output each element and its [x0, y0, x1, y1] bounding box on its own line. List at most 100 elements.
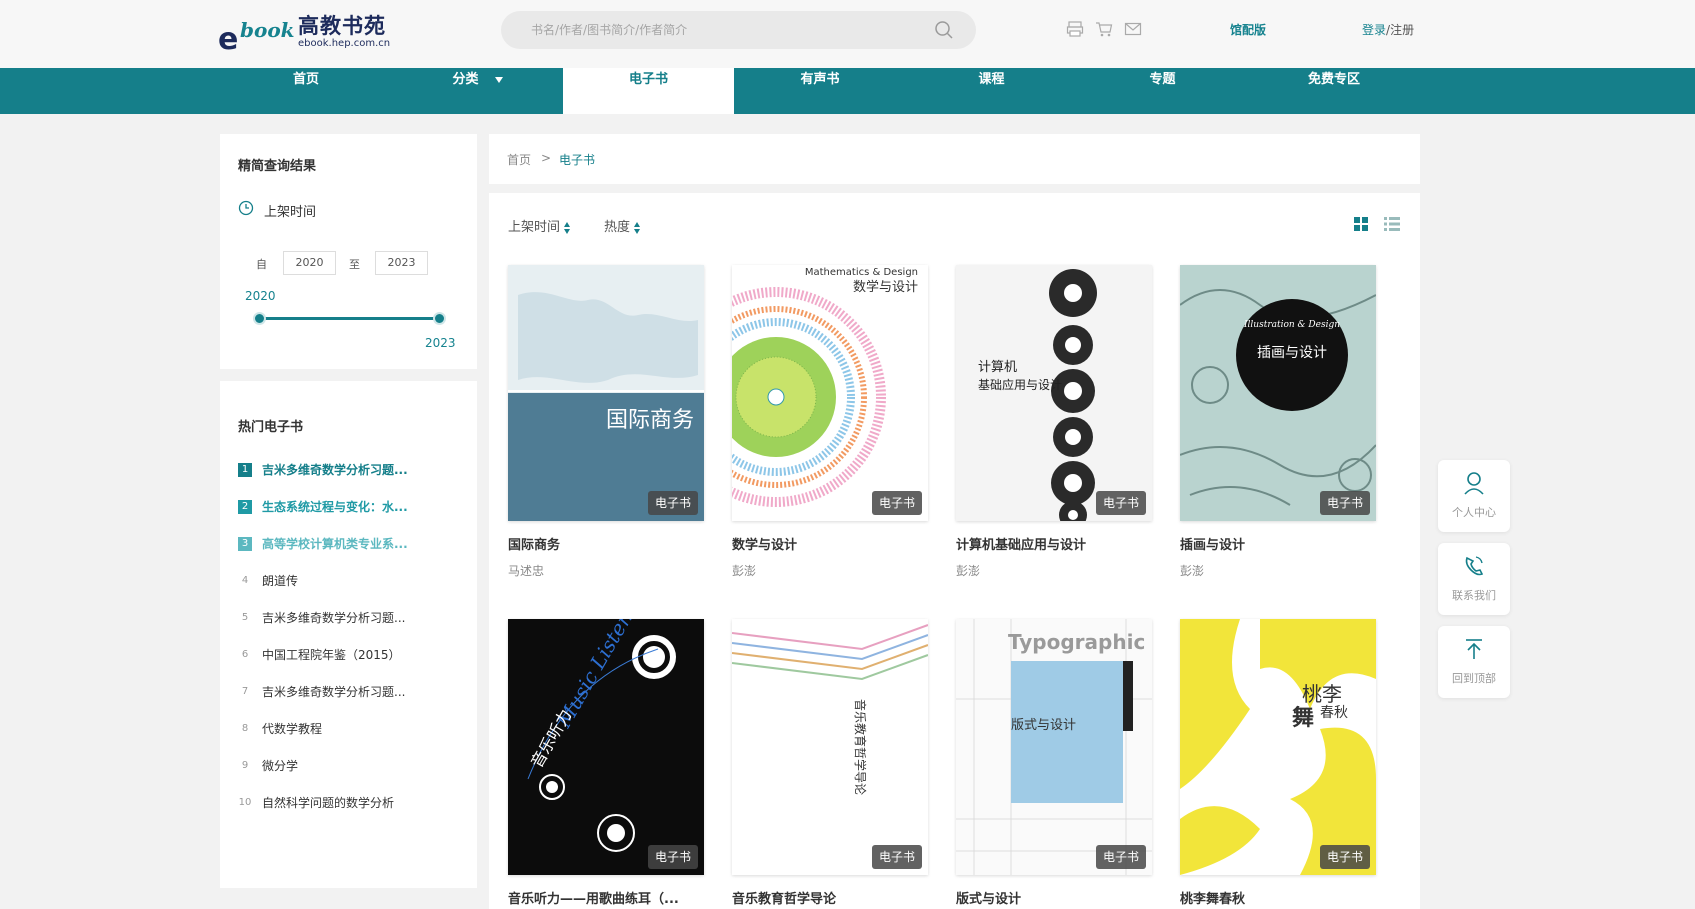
hot-item-title[interactable]: 高等学校计算机类专业系...	[262, 535, 408, 553]
book-cover[interactable]: 国际商务 电子书	[508, 265, 704, 521]
book-cover[interactable]: Music Listening 音乐听力 电子书	[508, 619, 704, 875]
personal-center-button[interactable]: 个人中心	[1438, 460, 1510, 532]
breadcrumb: 首页 > 电子书	[489, 134, 1420, 184]
user-icon	[1464, 472, 1484, 495]
hot-list-item[interactable]: 6 中国工程院年鉴（2015）	[238, 646, 468, 666]
hot-item-title[interactable]: 吉米多维奇数学分析习题...	[262, 683, 405, 701]
nav-item-course[interactable]: 课程	[906, 68, 1077, 114]
cover-subtitle: 舞	[1292, 705, 1314, 731]
hot-list-item[interactable]: 1 吉米多维奇数学分析习题...	[238, 461, 468, 481]
hot-list-item[interactable]: 9 微分学	[238, 757, 468, 777]
hot-list-item[interactable]: 2 生态系统过程与变化：水...	[238, 498, 468, 518]
from-year-input[interactable]: 2020	[283, 251, 336, 275]
book-title[interactable]: 插画与设计	[1180, 534, 1245, 553]
slider-handle-min[interactable]	[253, 312, 266, 325]
filter-title: 精简查询结果	[238, 159, 317, 174]
nav-item-home[interactable]: 首页	[220, 68, 392, 114]
hot-item-title[interactable]: 微分学	[262, 757, 298, 775]
nav-item-free[interactable]: 免费专区	[1248, 68, 1420, 114]
grid-view-icon[interactable]	[1354, 217, 1368, 231]
nav-item-ebook[interactable]: 电子书	[563, 68, 734, 114]
ebook-badge: 电子书	[648, 491, 698, 515]
book-cover[interactable]: Illustration & Design 插画与设计 电子书	[1180, 265, 1376, 521]
cart-icon[interactable]	[1095, 20, 1113, 38]
slider-handle-max[interactable]	[433, 312, 446, 325]
cover-art: 桃李 舞 春秋	[1180, 619, 1376, 875]
book-author: 彭澎	[732, 564, 757, 578]
contact-us-button[interactable]: 联系我们	[1438, 543, 1510, 615]
rank-number: 2	[238, 500, 252, 514]
book-cover[interactable]: Mathematics & Design 数学与设计 电子书	[732, 265, 928, 521]
year-range-slider[interactable]	[259, 317, 439, 320]
book-title[interactable]: 音乐听力——用歌曲练耳（...	[508, 888, 679, 907]
ebook-badge: 电子书	[1320, 491, 1370, 515]
ebook-badge: 电子书	[1320, 845, 1370, 869]
book-title[interactable]: 版式与设计	[956, 888, 1021, 907]
hot-list-item[interactable]: 8 代数学教程	[238, 720, 468, 740]
rank-number: 4	[241, 575, 249, 586]
book-author: 马述忠	[508, 564, 545, 578]
header: e book 高教书苑 ebook.hep.com.cn 馆配版 登录/注册	[0, 0, 1695, 68]
arrow-up-icon	[1466, 639, 1482, 659]
mail-icon[interactable]	[1124, 20, 1142, 38]
back-to-top-button[interactable]: 回到顶部	[1438, 626, 1510, 698]
hot-list-item[interactable]: 3 高等学校计算机类专业系...	[238, 535, 468, 555]
search-input[interactable]	[531, 11, 911, 49]
nav-item-category[interactable]: 分类	[392, 68, 563, 114]
nav-item-audiobook[interactable]: 有声书	[734, 68, 906, 114]
book-cover[interactable]: 音乐教育哲学导论 电子书	[732, 619, 928, 875]
hot-list-item[interactable]: 5 吉米多维奇数学分析习题...	[238, 609, 468, 629]
hot-item-title[interactable]: 代数学教程	[262, 720, 322, 738]
main-nav: 首页 分类 电子书 有声书 课程 专题 免费专区	[0, 68, 1695, 114]
hot-list-item[interactable]: 4 朗道传	[238, 572, 468, 592]
rank-number: 5	[241, 612, 249, 623]
book-cover[interactable]: Typographic Design 版式与设计 电子书	[956, 619, 1152, 875]
float-label: 个人中心	[1452, 506, 1496, 519]
hot-item-title[interactable]: 吉米多维奇数学分析习题...	[262, 609, 405, 627]
book-title[interactable]: 国际商务	[508, 534, 560, 553]
book-title[interactable]: 桃李舞春秋	[1180, 888, 1245, 907]
list-view-icon[interactable]	[1384, 217, 1400, 231]
ebook-badge: 电子书	[1096, 491, 1146, 515]
hot-item-title[interactable]: 中国工程院年鉴（2015）	[262, 646, 401, 664]
login-link[interactable]: 登录	[1362, 23, 1386, 37]
ebook-badge: 电子书	[648, 845, 698, 869]
hot-item-title[interactable]: 朗道传	[262, 572, 298, 590]
book-title[interactable]: 计算机基础应用与设计	[956, 534, 1086, 553]
logo-mark: e	[218, 22, 239, 57]
book-author: 彭澎	[1180, 564, 1205, 578]
sort-arrows-icon	[634, 221, 641, 234]
cover-subtitle: 基础应用与设计	[978, 377, 1062, 392]
sort-by-popularity[interactable]: 热度	[604, 216, 641, 235]
hot-item-title[interactable]: 自然科学问题的数学分析	[262, 794, 394, 812]
book-cover[interactable]: 桃李 舞 春秋 电子书	[1180, 619, 1376, 875]
sort-by-time[interactable]: 上架时间	[508, 216, 571, 235]
rank-number: 3	[238, 537, 252, 551]
hot-list-item[interactable]: 7 吉米多维奇数学分析习题...	[238, 683, 468, 703]
logo-mark-book: book	[240, 18, 295, 42]
to-label: 至	[349, 258, 360, 271]
cover-art: Music Listening 音乐听力	[508, 619, 704, 875]
hot-item-title[interactable]: 吉米多维奇数学分析习题...	[262, 461, 408, 479]
search-icon[interactable]	[934, 20, 954, 40]
breadcrumb-home[interactable]: 首页	[507, 151, 531, 168]
cover-title: 计算机	[978, 360, 1017, 375]
book-author: 彭澎	[956, 564, 981, 578]
hot-item-title[interactable]: 生态系统过程与变化：水...	[262, 498, 408, 516]
filter-time-label[interactable]: 上架时间	[264, 201, 316, 220]
rank-number: 9	[241, 760, 249, 771]
print-icon[interactable]	[1066, 20, 1084, 38]
book-title[interactable]: 数学与设计	[732, 534, 797, 553]
hot-list-item[interactable]: 10 自然科学问题的数学分析	[238, 794, 468, 814]
phone-icon	[1465, 556, 1484, 576]
book-title[interactable]: 音乐教育哲学导论	[732, 888, 836, 907]
nav-item-topic[interactable]: 专题	[1077, 68, 1248, 114]
slider-max-value: 2023	[425, 336, 456, 350]
to-year-input[interactable]: 2023	[375, 251, 428, 275]
logo[interactable]: e book 高教书苑 ebook.hep.com.cn	[218, 10, 398, 57]
register-link[interactable]: 注册	[1390, 23, 1414, 37]
library-edition-link[interactable]: 馆配版	[1230, 21, 1266, 38]
cover-subtitle: 春秋	[1320, 705, 1348, 721]
book-cover[interactable]: 计算机 基础应用与设计 电子书	[956, 265, 1152, 521]
cover-subtitle: Mathematics & Design	[805, 267, 918, 278]
